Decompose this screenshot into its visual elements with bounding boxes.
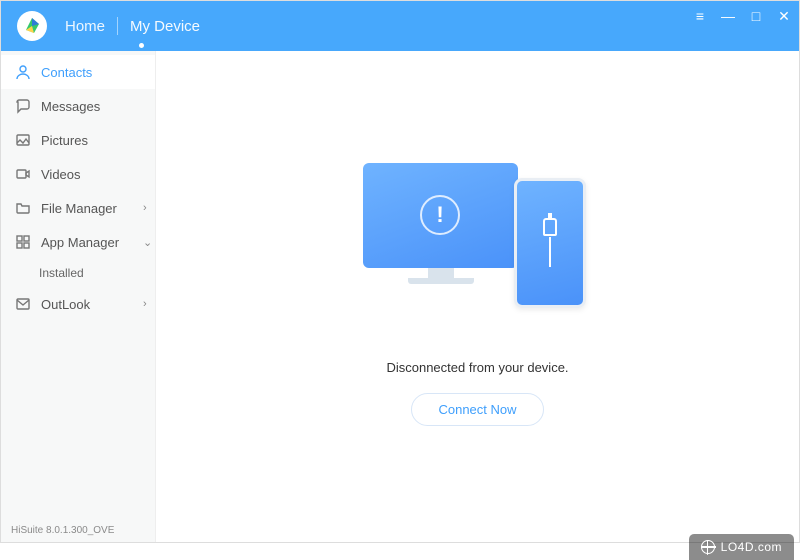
mail-icon (15, 296, 31, 312)
sidebar-item-outlook[interactable]: OutLook › (1, 287, 155, 321)
globe-icon (701, 540, 715, 554)
chevron-down-icon: ⌄ (143, 236, 155, 249)
sidebar-subitem-label: Installed (39, 266, 84, 280)
sidebar-item-pictures[interactable]: Pictures (1, 123, 155, 157)
page-indicator-dot (139, 43, 144, 48)
connect-now-button[interactable]: Connect Now (411, 393, 543, 426)
app-window: Home My Device ≡ — □ ✕ Contacts (0, 0, 800, 543)
monitor-stand (428, 268, 454, 278)
sidebar-item-contacts[interactable]: Contacts (1, 55, 155, 89)
apps-icon (15, 234, 31, 250)
usb-plug-icon (543, 218, 557, 267)
sidebar-subitem-installed[interactable]: Installed (1, 259, 155, 287)
app-body: Contacts Messages Pictures (1, 51, 799, 542)
sidebar-item-label: App Manager (41, 235, 133, 250)
nav-list: Contacts Messages Pictures (1, 51, 155, 321)
header-tabs: Home My Device (65, 17, 200, 35)
sidebar-item-label: Contacts (41, 65, 155, 80)
tab-separator (117, 17, 118, 35)
person-icon (15, 64, 31, 80)
chat-icon (15, 98, 31, 114)
sidebar-item-file-manager[interactable]: File Manager › (1, 191, 155, 225)
tab-my-device[interactable]: My Device (130, 18, 200, 35)
video-icon (15, 166, 31, 182)
sidebar-item-videos[interactable]: Videos (1, 157, 155, 191)
maximize-icon[interactable]: □ (749, 9, 763, 23)
sidebar-item-messages[interactable]: Messages (1, 89, 155, 123)
sidebar-item-label: Messages (41, 99, 155, 114)
monitor-icon: ! (363, 163, 518, 268)
chevron-right-icon: › (143, 298, 155, 310)
app-logo-icon (17, 11, 47, 41)
exclamation-icon: ! (420, 195, 460, 235)
sidebar-item-label: Pictures (41, 133, 155, 148)
sidebar-item-label: File Manager (41, 201, 133, 216)
sidebar-item-label: OutLook (41, 297, 133, 312)
sidebar-item-app-manager[interactable]: App Manager ⌄ (1, 225, 155, 259)
version-text: HiSuite 8.0.1.300_OVE (11, 525, 114, 536)
folder-icon (15, 200, 31, 216)
sidebar-item-label: Videos (41, 167, 155, 182)
main-pane: ! Disconnected from your device. Connect… (156, 51, 799, 542)
close-icon[interactable]: ✕ (777, 9, 791, 23)
status-text: Disconnected from your device. (386, 360, 568, 375)
phone-icon (514, 178, 586, 308)
monitor-base (408, 278, 474, 284)
disconnected-illustration: ! (348, 148, 608, 328)
titlebar: Home My Device ≡ — □ ✕ (1, 1, 799, 51)
watermark: LO4D.com (689, 534, 794, 560)
image-icon (15, 132, 31, 148)
watermark-text: LO4D.com (721, 540, 782, 554)
menu-icon[interactable]: ≡ (693, 9, 707, 23)
minimize-icon[interactable]: — (721, 9, 735, 23)
tab-home[interactable]: Home (65, 18, 105, 35)
sidebar: Contacts Messages Pictures (1, 51, 156, 542)
chevron-right-icon: › (143, 202, 155, 214)
